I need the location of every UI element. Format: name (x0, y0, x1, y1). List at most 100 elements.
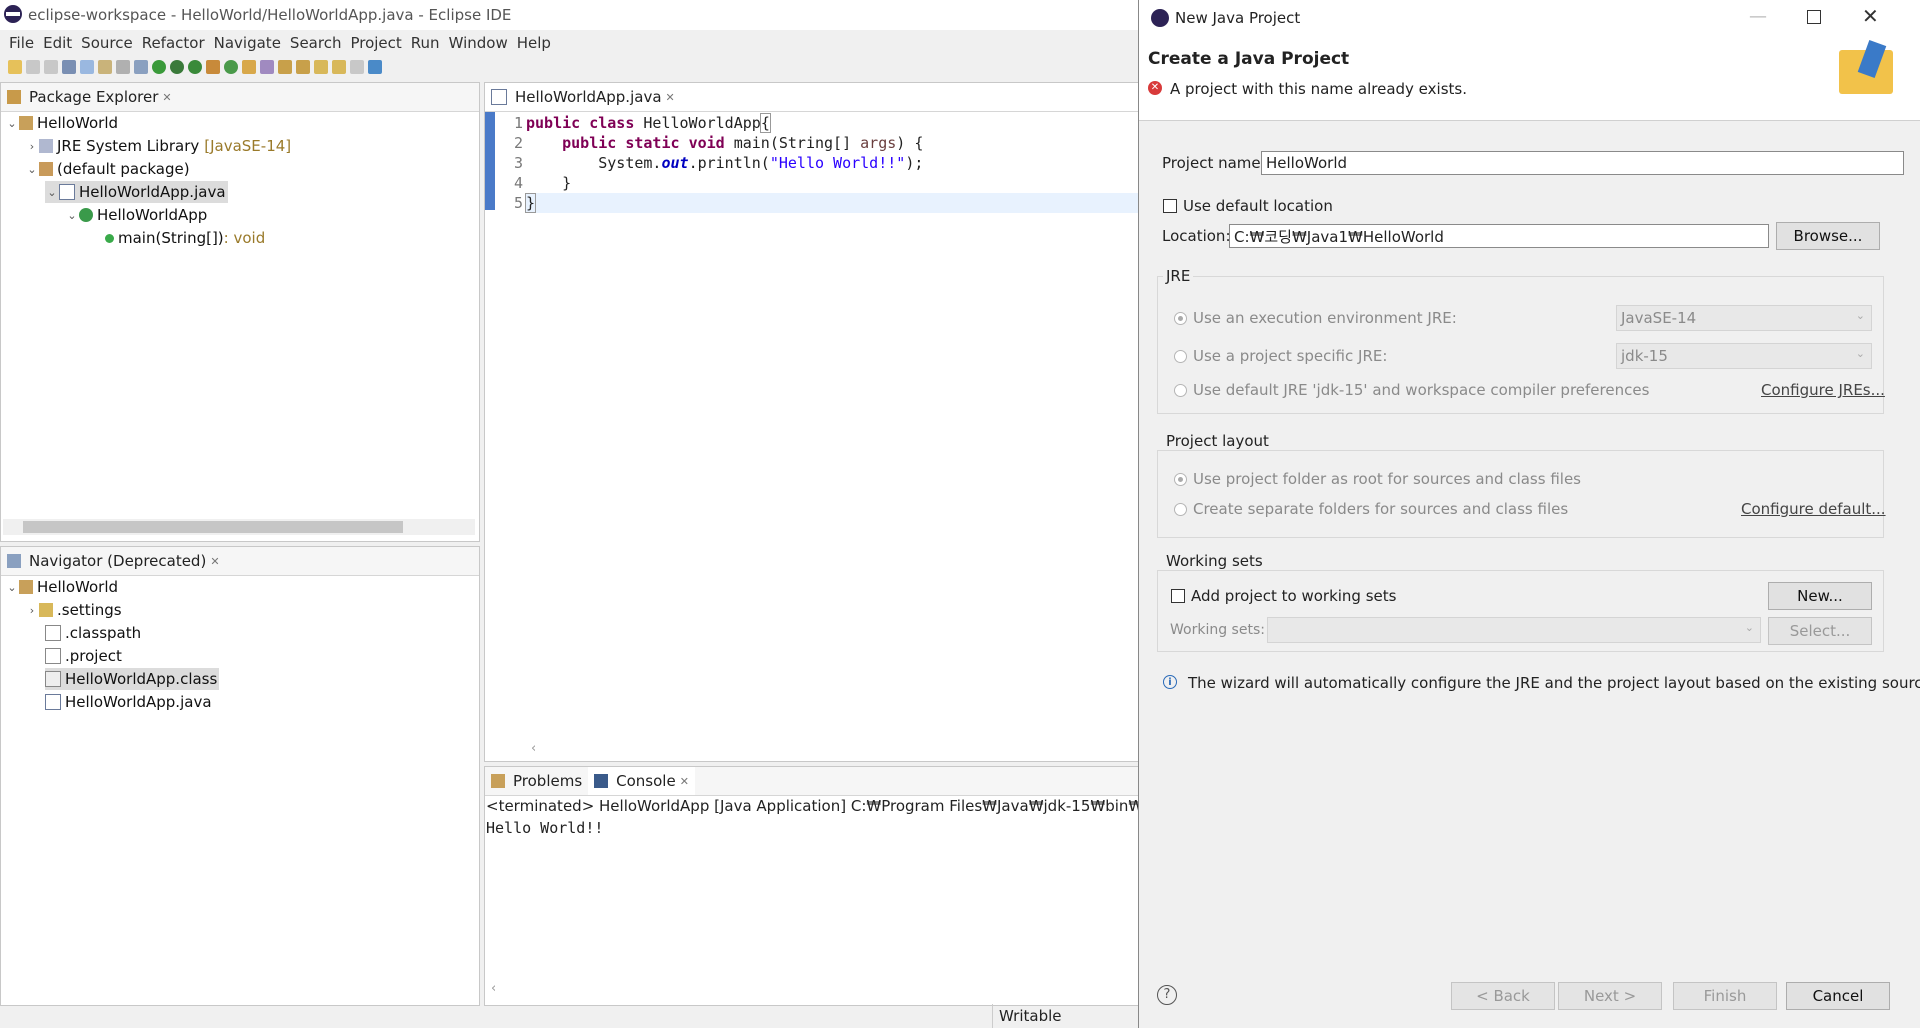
tree-item-java-file[interactable]: ⌄ HelloWorldApp.java (45, 181, 228, 203)
new-icon[interactable] (8, 60, 22, 74)
eclipse-logo-icon (1151, 9, 1169, 27)
radio-layout-root[interactable] (1174, 473, 1187, 486)
console-scroll-left-icon[interactable]: ‹ (491, 981, 496, 996)
forward-icon[interactable] (350, 60, 364, 74)
close-icon[interactable]: ✕ (666, 91, 675, 104)
location-input[interactable]: C:₩코딩₩Java1₩HelloWorld (1229, 224, 1769, 248)
console-panel: Problems Console ✕ <terminated> HelloWor… (484, 766, 1217, 1006)
editor-scroll-left-icon[interactable]: ‹ (531, 741, 1131, 757)
menu-source[interactable]: Source (81, 34, 133, 52)
tab-navigator[interactable]: Navigator (Deprecated) ✕ (1, 552, 226, 570)
chevron-down-icon[interactable]: ⌄ (65, 209, 79, 222)
debug-icon[interactable] (134, 60, 148, 74)
last-edit-icon[interactable] (314, 60, 328, 74)
tree-item-project[interactable]: ⌄ HelloWorld (5, 112, 118, 134)
tree-item-default-package[interactable]: ⌄ (default package) (25, 158, 189, 180)
xml-file-icon (45, 648, 61, 664)
tree-item-class[interactable]: ⌄ HelloWorldApp (65, 204, 207, 226)
tree-item-label: JRE System Library (57, 137, 200, 155)
mark-occurrences-icon[interactable] (80, 60, 94, 74)
project-icon (19, 580, 33, 594)
run-icon[interactable] (152, 60, 166, 74)
close-icon[interactable]: ✕ (210, 555, 219, 568)
tab-hello-world-app[interactable]: HelloWorldApp.java ✕ (485, 88, 681, 106)
scrollbar-thumb[interactable] (23, 521, 403, 533)
tree-item-project-file[interactable]: .project (45, 645, 122, 667)
chevron-right-icon[interactable]: › (25, 140, 39, 153)
configure-default-link[interactable]: Configure default... (1741, 500, 1886, 518)
code-area[interactable]: public class HelloWorldApp{ public stati… (524, 113, 923, 213)
menu-window[interactable]: Window (449, 34, 508, 52)
next-button[interactable]: Next > (1558, 982, 1662, 1010)
chevron-down-icon[interactable]: ⌄ (45, 186, 59, 199)
radio-default-jre[interactable] (1174, 384, 1187, 397)
use-default-location-checkbox[interactable] (1163, 199, 1177, 213)
menu-navigate[interactable]: Navigate (214, 34, 281, 52)
tab-console[interactable]: Console ✕ (588, 767, 695, 795)
tree-item-java-file[interactable]: HelloWorldApp.java (45, 691, 212, 713)
browse-button[interactable]: Browse... (1776, 222, 1880, 250)
whitespace-icon[interactable] (116, 60, 130, 74)
minimize-icon[interactable]: — (1749, 6, 1767, 27)
radio-execution-env[interactable] (1174, 312, 1187, 325)
execution-env-select[interactable]: JavaSE-14 ⌄ (1616, 305, 1872, 331)
project-name-input[interactable]: HelloWorld (1261, 151, 1904, 175)
back-button[interactable]: < Back (1451, 982, 1555, 1010)
tree-item-classpath[interactable]: .classpath (45, 622, 141, 644)
chevron-down-icon[interactable]: ⌄ (5, 117, 19, 130)
tree-item-method[interactable]: main(String[]) : void (105, 227, 265, 249)
tree-item-jre[interactable]: › JRE System Library [JavaSE-14] (25, 135, 291, 157)
tree-item-class-file[interactable]: HelloWorldApp.class (45, 668, 220, 690)
next-annotation-icon[interactable] (278, 60, 292, 74)
chevron-down-icon[interactable]: ⌄ (25, 163, 39, 176)
maximize-icon[interactable] (1807, 10, 1821, 24)
window-title: eclipse-workspace - HelloWorld/HelloWorl… (28, 6, 512, 24)
close-icon[interactable]: ✕ (680, 775, 689, 788)
java-file-icon (45, 694, 61, 710)
prev-annotation-icon[interactable] (296, 60, 310, 74)
menu-project[interactable]: Project (350, 34, 401, 52)
skip-breakpoints-icon[interactable] (62, 60, 76, 74)
new-class-icon[interactable] (224, 60, 238, 74)
new-package-icon[interactable] (206, 60, 220, 74)
save-icon[interactable] (26, 60, 40, 74)
save-all-icon[interactable] (44, 60, 58, 74)
toggle-block-icon[interactable] (98, 60, 112, 74)
radio-project-jre[interactable] (1174, 350, 1187, 363)
coverage-icon[interactable] (170, 60, 184, 74)
tab-package-explorer[interactable]: Package Explorer ✕ (1, 88, 178, 106)
search-icon[interactable] (260, 60, 274, 74)
menu-file[interactable]: File (9, 34, 34, 52)
finish-button[interactable]: Finish (1673, 982, 1777, 1010)
external-tools-icon[interactable] (188, 60, 202, 74)
menu-help[interactable]: Help (517, 34, 551, 52)
close-icon[interactable]: ✕ (1862, 4, 1879, 28)
help-icon[interactable]: ? (1157, 985, 1177, 1005)
menu-search[interactable]: Search (290, 34, 342, 52)
project-jre-select[interactable]: jdk-15 ⌄ (1616, 343, 1872, 369)
menu-refactor[interactable]: Refactor (142, 34, 205, 52)
open-perspective-icon[interactable] (368, 60, 382, 74)
new-working-set-button[interactable]: New... (1768, 582, 1872, 610)
horizontal-scrollbar[interactable] (3, 519, 475, 535)
tree-item-project[interactable]: ⌄ HelloWorld (5, 576, 118, 598)
menu-run[interactable]: Run (411, 34, 440, 52)
method-return-type: : void (223, 229, 266, 247)
back-icon[interactable] (332, 60, 346, 74)
chevron-down-icon[interactable]: ⌄ (5, 581, 19, 594)
close-icon[interactable]: ✕ (162, 91, 171, 104)
project-name-label: Project name: (1162, 154, 1266, 172)
radio-layout-separate[interactable] (1174, 503, 1187, 516)
editor-panel: HelloWorldApp.java ✕ 1 2 3 4 5 public cl… (484, 82, 1146, 762)
menu-edit[interactable]: Edit (43, 34, 72, 52)
package-explorer-icon (7, 90, 21, 104)
select-working-sets-button[interactable]: Select... (1768, 617, 1872, 645)
add-to-working-sets-checkbox[interactable] (1171, 589, 1185, 603)
tree-item-settings[interactable]: › .settings (25, 599, 122, 621)
cancel-button[interactable]: Cancel (1786, 982, 1890, 1010)
working-sets-select[interactable]: ⌄ (1267, 617, 1761, 643)
configure-jres-link[interactable]: Configure JREs... (1761, 381, 1885, 399)
tab-problems[interactable]: Problems (485, 772, 588, 790)
chevron-right-icon[interactable]: › (25, 604, 39, 617)
open-type-icon[interactable] (242, 60, 256, 74)
